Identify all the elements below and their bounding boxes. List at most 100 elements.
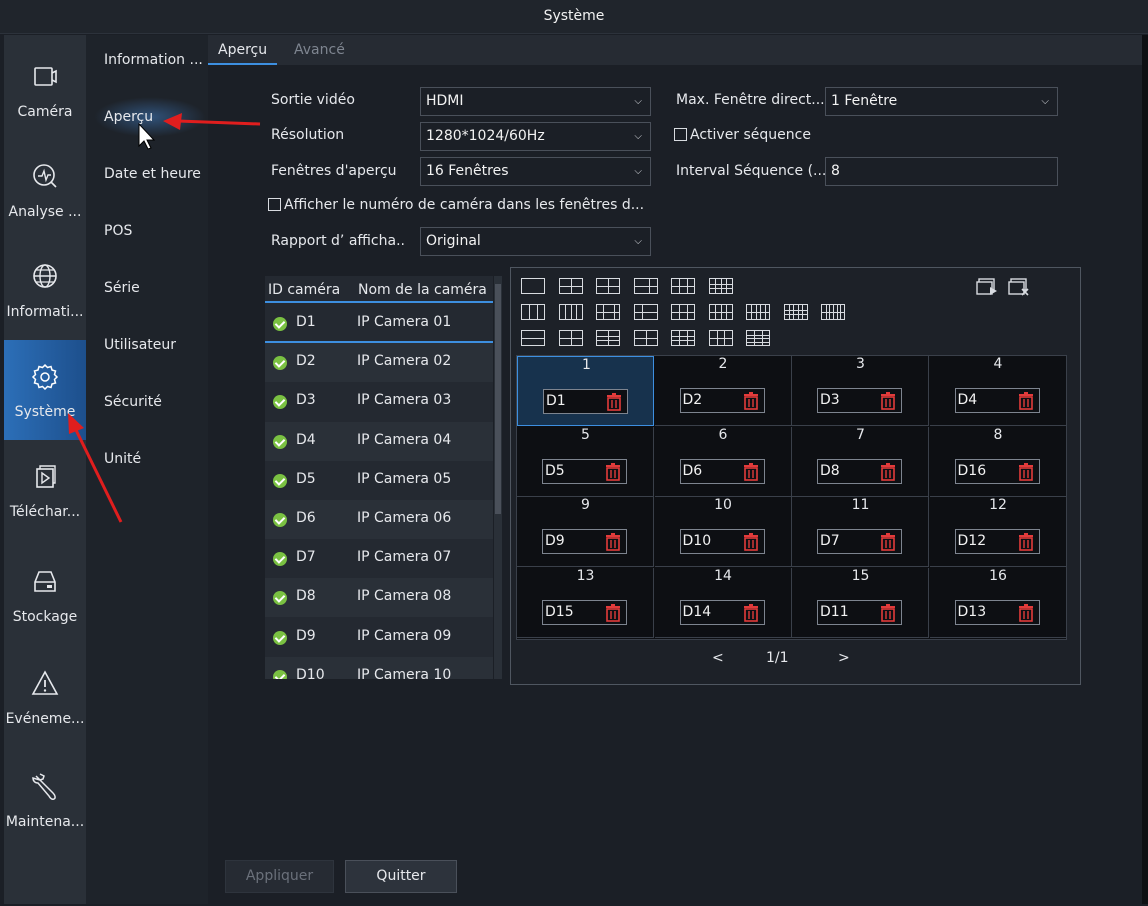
subnav-unit[interactable]: Unité — [104, 451, 141, 467]
preview-window-cell[interactable]: 11 D7 — [792, 497, 929, 567]
layout-option-icon[interactable] — [708, 330, 733, 346]
subnav-security[interactable]: Sécurité — [104, 394, 162, 410]
preview-window-cell[interactable]: 3 D3 — [792, 356, 929, 426]
delete-icon[interactable] — [606, 393, 622, 411]
prev-page-button[interactable]: < — [712, 650, 724, 666]
nav-download[interactable]: Téléchar... — [4, 440, 86, 540]
layout-option-icon[interactable] — [596, 278, 620, 294]
layout-option-icon[interactable] — [708, 304, 733, 320]
layout-option-icon[interactable] — [521, 330, 545, 346]
camera-row[interactable]: D6 IP Camera 06 — [265, 500, 493, 539]
delete-icon[interactable] — [605, 603, 621, 622]
channel-field[interactable]: D2 — [679, 388, 765, 413]
nav-camera[interactable]: Caméra — [4, 40, 86, 140]
delete-icon[interactable] — [880, 603, 896, 622]
camera-row[interactable]: D3 IP Camera 03 — [265, 382, 493, 421]
layout-option-icon[interactable] — [596, 304, 620, 320]
nav-maintenance[interactable]: Maintena... — [4, 750, 86, 850]
layout-option-icon[interactable] — [708, 278, 733, 294]
channel-field[interactable]: D3 — [817, 388, 902, 413]
show-camera-number-checkbox[interactable] — [268, 198, 281, 211]
preview-window-cell[interactable]: 9 D9 — [517, 497, 654, 567]
camera-row[interactable]: D9 IP Camera 09 — [265, 618, 493, 657]
nav-events[interactable]: Evéneme... — [4, 647, 86, 747]
channel-field[interactable]: D4 — [954, 388, 1040, 413]
subnav-serie[interactable]: Série — [104, 280, 140, 296]
next-page-button[interactable]: > — [838, 650, 850, 666]
delete-icon[interactable] — [1018, 392, 1034, 410]
clear-all-icon[interactable] — [1008, 278, 1030, 296]
channel-field[interactable]: D9 — [542, 529, 627, 554]
layout-option-icon[interactable] — [633, 330, 658, 346]
channel-field[interactable]: D12 — [954, 529, 1040, 554]
delete-icon[interactable] — [743, 533, 759, 551]
delete-icon[interactable] — [880, 392, 896, 410]
layout-option-icon[interactable] — [746, 330, 770, 346]
subnav-pos[interactable]: POS — [104, 223, 132, 239]
tab-apercu[interactable]: Aperçu — [207, 42, 278, 65]
nav-analytics[interactable]: Analyse ... — [4, 140, 86, 240]
delete-icon[interactable] — [1018, 533, 1034, 551]
enable-sequence-checkbox[interactable] — [674, 128, 687, 141]
max-window-select[interactable]: 1 Fenêtre ⌵ — [825, 87, 1058, 116]
layout-option-icon[interactable] — [558, 278, 583, 294]
preview-window-cell[interactable]: 5 D5 — [517, 426, 654, 497]
layout-option-icon[interactable] — [671, 278, 695, 294]
channel-field[interactable]: D15 — [542, 599, 627, 625]
preview-window-cell[interactable]: 13 D15 — [517, 567, 654, 638]
layout-option-icon[interactable] — [521, 304, 545, 320]
channel-field[interactable]: D7 — [817, 529, 902, 554]
layout-option-icon[interactable] — [671, 330, 695, 346]
preview-window-cell[interactable]: 14 D14 — [654, 567, 792, 638]
camera-row[interactable]: D7 IP Camera 07 — [265, 539, 493, 578]
aspect-ratio-select[interactable]: Original ⌵ — [420, 227, 651, 256]
quit-button[interactable]: Quitter — [345, 860, 457, 893]
camera-row[interactable]: D1 IP Camera 01 — [265, 304, 493, 343]
layout-option-icon[interactable] — [821, 304, 845, 320]
delete-icon[interactable] — [880, 533, 896, 551]
preview-window-cell[interactable]: 6 D6 — [654, 426, 792, 497]
delete-icon[interactable] — [743, 603, 759, 622]
layout-option-icon[interactable] — [558, 330, 583, 346]
delete-icon[interactable] — [1018, 462, 1034, 481]
channel-field[interactable]: D10 — [679, 529, 765, 554]
camera-row[interactable]: D10 IP Camera 10 — [265, 656, 493, 679]
preview-window-cell[interactable]: 1 D1 — [517, 356, 654, 426]
layout-option-icon[interactable] — [633, 278, 658, 294]
delete-icon[interactable] — [605, 533, 621, 551]
preview-window-cell[interactable]: 4 D4 — [929, 356, 1067, 426]
delete-icon[interactable] — [880, 462, 896, 481]
delete-icon[interactable] — [1018, 603, 1034, 622]
camera-row[interactable]: D4 IP Camera 04 — [265, 421, 493, 461]
sequence-interval-input[interactable]: 8 — [825, 157, 1058, 186]
delete-icon[interactable] — [743, 462, 759, 481]
camera-row[interactable]: D8 IP Camera 08 — [265, 578, 493, 618]
camera-row[interactable]: D5 IP Camera 05 — [265, 461, 493, 500]
channel-field[interactable]: D5 — [542, 458, 627, 484]
layout-option-icon[interactable] — [596, 330, 620, 346]
preview-window-cell[interactable]: 10 D10 — [654, 497, 792, 567]
subnav-date-time[interactable]: Date et heure — [104, 166, 201, 182]
layout-option-icon[interactable] — [746, 304, 770, 320]
tab-avance[interactable]: Avancé — [294, 42, 345, 58]
delete-icon[interactable] — [743, 392, 759, 410]
subnav-information[interactable]: Information ... — [104, 52, 203, 68]
preview-window-cell[interactable]: 8 D16 — [929, 426, 1067, 497]
channel-field[interactable]: D13 — [954, 599, 1040, 625]
layout-option-icon[interactable] — [671, 304, 695, 320]
channel-field[interactable]: D11 — [817, 599, 902, 625]
preview-window-cell[interactable]: 16 D13 — [929, 567, 1067, 638]
subnav-apercu[interactable]: Aperçu — [104, 109, 153, 125]
layout-option-icon[interactable] — [521, 278, 545, 294]
apply-button[interactable]: Appliquer — [225, 860, 334, 893]
preview-window-cell[interactable]: 7 D8 — [792, 426, 929, 497]
nav-system[interactable]: Système — [4, 340, 86, 440]
nav-storage[interactable]: Stockage — [4, 545, 86, 645]
subnav-user[interactable]: Utilisateur — [104, 337, 176, 353]
camera-list-scrollbar[interactable] — [494, 276, 502, 679]
channel-field[interactable]: D14 — [679, 599, 765, 625]
preview-window-cell[interactable]: 2 D2 — [654, 356, 792, 426]
preview-window-cell[interactable]: 12 D12 — [929, 497, 1067, 567]
channel-field[interactable]: D16 — [954, 458, 1040, 484]
scrollbar-thumb[interactable] — [495, 284, 501, 514]
